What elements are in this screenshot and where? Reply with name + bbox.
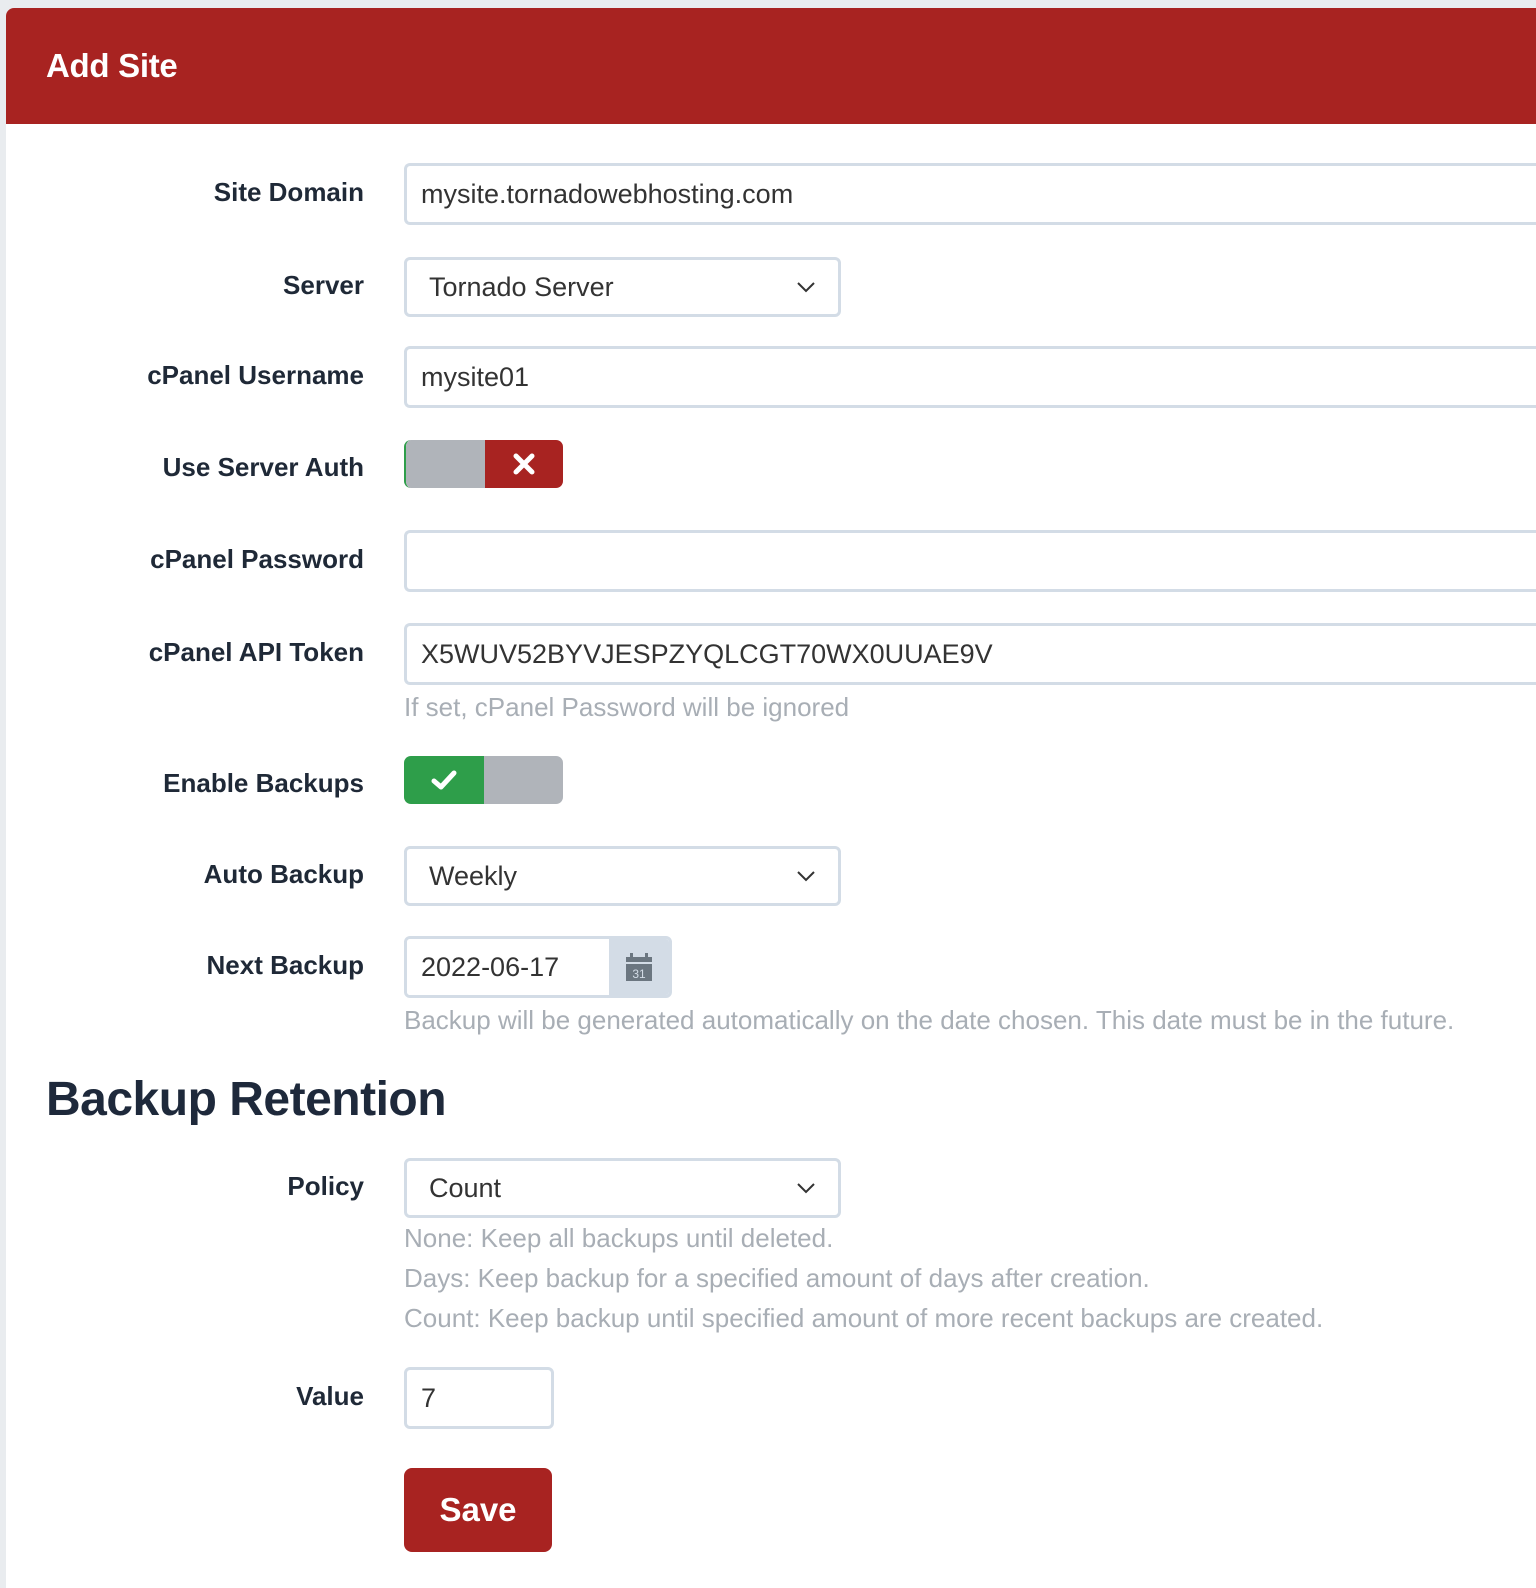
enable-backups-toggle[interactable] — [404, 756, 563, 804]
calendar-icon: 31 — [626, 953, 652, 981]
server-label: Server — [283, 270, 364, 300]
chevron-down-icon — [797, 282, 815, 293]
toggle-handle — [406, 440, 485, 488]
cpanel-api-token-input[interactable]: X5WUV52BYVJESPZYQLCGT70WX0UUAE9V — [404, 623, 1536, 685]
policy-help-count: Count: Keep backup until specified amoun… — [404, 1303, 1324, 1333]
policy-selected-value: Count — [429, 1172, 502, 1203]
cpanel-password-input-wrap — [404, 530, 1536, 592]
use-server-auth-toggle-wrap — [404, 440, 563, 488]
cpanel-password-label: cPanel Password — [150, 544, 364, 574]
auto-backup-select-wrap: Weekly — [404, 846, 841, 906]
cpanel-username-input[interactable]: mysite01 — [404, 346, 1536, 408]
site-domain-input-wrap: mysite.tornadowebhosting.com — [404, 163, 1536, 225]
cpanel-api-token-label: cPanel API Token — [148, 637, 364, 667]
enable-backups-label: Enable Backups — [163, 768, 364, 798]
next-backup-value[interactable]: 2022-06-17 — [407, 939, 609, 995]
toggle-handle — [483, 756, 563, 804]
check-icon — [431, 770, 457, 790]
cpanel-username-input-wrap: mysite01 — [404, 346, 1536, 408]
x-icon — [513, 453, 535, 475]
enable-backups-toggle-wrap — [404, 756, 563, 804]
value-label: Value — [296, 1381, 364, 1411]
save-button-wrap: Save — [404, 1468, 552, 1552]
card-header: Add Site — [6, 8, 1536, 124]
policy-select[interactable]: Count — [404, 1158, 841, 1218]
use-server-auth-toggle[interactable] — [404, 440, 563, 488]
policy-help-none: None: Keep all backups until deleted. — [404, 1223, 834, 1253]
add-site-card: Add Site Site Domain mysite.tornadowebho… — [6, 8, 1536, 1588]
next-backup-label: Next Backup — [206, 950, 365, 980]
server-select[interactable]: Tornado Server — [404, 257, 841, 317]
backup-retention-heading: Backup Retention — [46, 1073, 447, 1126]
server-select-wrap: Tornado Server — [404, 257, 841, 317]
site-domain-label: Site Domain — [213, 177, 364, 207]
site-domain-input[interactable]: mysite.tornadowebhosting.com — [404, 163, 1536, 225]
auto-backup-select[interactable]: Weekly — [404, 846, 841, 906]
next-backup-help: Backup will be generated automatically o… — [404, 1005, 1455, 1035]
policy-label: Policy — [287, 1171, 364, 1201]
page-title: Add Site — [46, 47, 178, 84]
auto-backup-label: Auto Backup — [203, 859, 364, 889]
cpanel-api-token-input-wrap: X5WUV52BYVJESPZYQLCGT70WX0UUAE9V If set,… — [404, 623, 1536, 727]
cpanel-password-input[interactable] — [404, 530, 1536, 592]
auto-backup-selected-value: Weekly — [429, 860, 518, 891]
policy-control: Count None: Keep all backups until delet… — [404, 1158, 1323, 1338]
calendar-button[interactable]: 31 — [609, 939, 669, 995]
chevron-down-icon — [797, 871, 815, 882]
cpanel-username-label: cPanel Username — [147, 360, 364, 390]
chevron-down-icon — [797, 1183, 815, 1194]
cpanel-api-token-help: If set, cPanel Password will be ignored — [404, 692, 850, 722]
toggle-on-side — [404, 756, 484, 804]
calendar-icon-day: 31 — [632, 967, 646, 981]
save-button[interactable]: Save — [404, 1468, 552, 1552]
next-backup-control: 2022-06-17 31 Backup will be generated a… — [404, 936, 1454, 1040]
next-backup-date-input[interactable]: 2022-06-17 31 — [404, 936, 672, 998]
use-server-auth-label: Use Server Auth — [162, 452, 364, 482]
policy-help-days: Days: Keep backup for a specified amount… — [404, 1263, 1150, 1293]
server-selected-value: Tornado Server — [429, 271, 614, 302]
toggle-off-side — [484, 440, 563, 488]
value-input[interactable]: 7 — [404, 1367, 554, 1429]
value-input-wrap: 7 — [404, 1367, 554, 1429]
